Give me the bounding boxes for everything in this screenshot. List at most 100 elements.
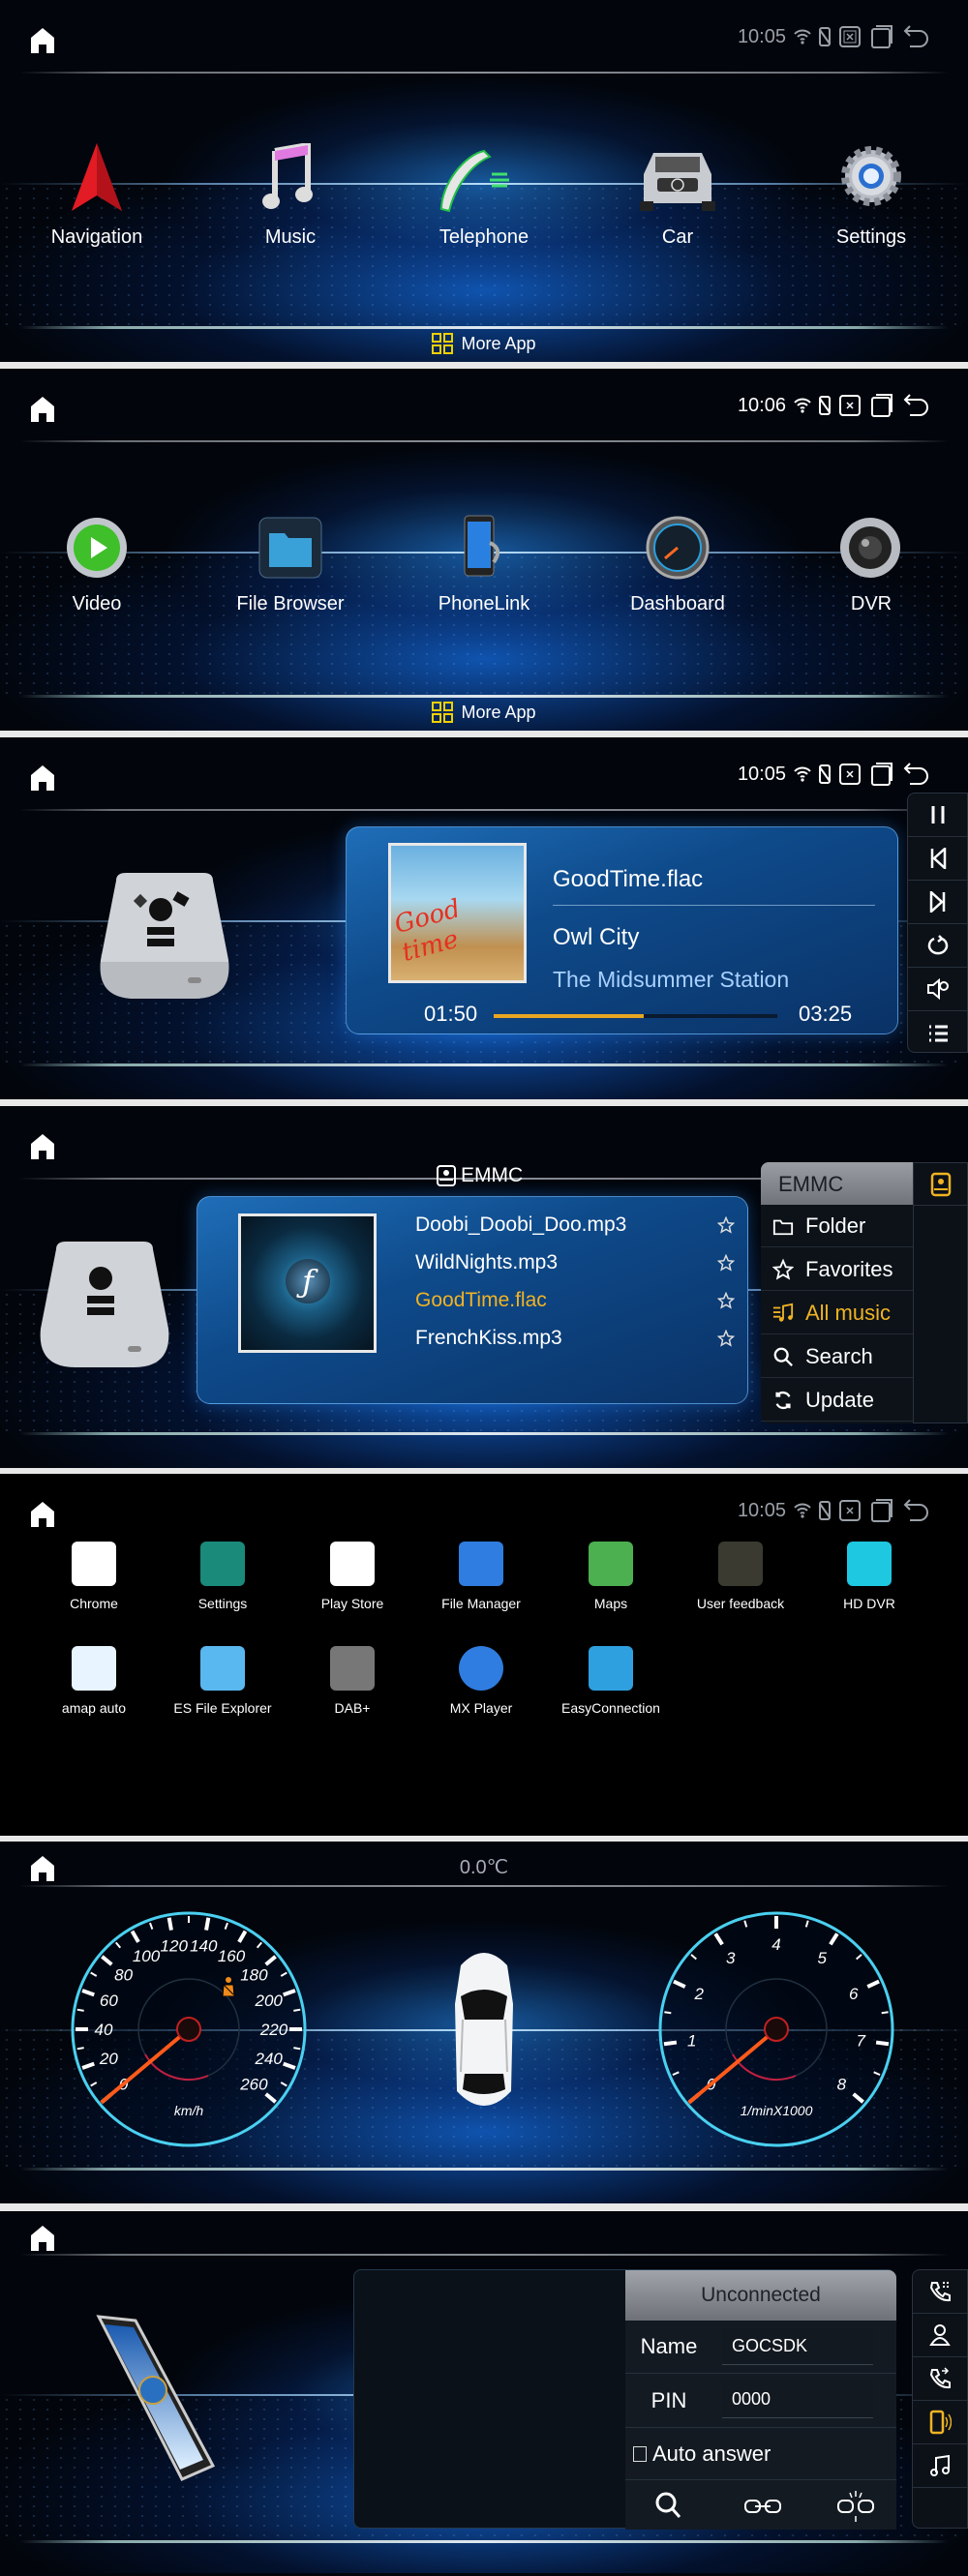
rpm-tick <box>875 2040 890 2047</box>
app-easyconnection[interactable]: EasyConnection <box>548 1646 674 1716</box>
app-chrome[interactable]: Chrome <box>31 1542 157 1611</box>
app-file-manager[interactable]: File Manager <box>418 1542 544 1611</box>
app-label-file-browser[interactable]: File Browser <box>213 593 368 615</box>
back-icon[interactable] <box>902 393 931 418</box>
recent-apps-icon[interactable] <box>869 762 894 787</box>
car-icon[interactable] <box>634 145 721 211</box>
app-label-dvr[interactable]: DVR <box>794 593 949 615</box>
next-button[interactable] <box>908 881 967 924</box>
rpm-tick <box>664 2011 672 2015</box>
gauge-icon[interactable] <box>646 516 710 580</box>
list-icon <box>928 1025 948 1041</box>
favorite-star-icon[interactable] <box>717 1216 735 1234</box>
app-label-navigation[interactable]: Navigation <box>19 226 174 249</box>
app-play-store[interactable]: Play Store <box>289 1542 415 1611</box>
back-icon[interactable] <box>902 1498 931 1523</box>
app-user-feedback[interactable]: User feedback <box>678 1542 803 1611</box>
menu-item-favorites[interactable]: Favorites <box>761 1248 913 1291</box>
tab-dialpad[interactable] <box>913 2270 967 2314</box>
maps-icon <box>589 1542 633 1586</box>
telephone-handset-icon[interactable] <box>436 145 532 213</box>
music-player-screen: 10:05 Good time GoodTime.flac Owl City T… <box>0 737 968 1099</box>
app-es-file-explorer[interactable]: ES File Explorer <box>160 1646 286 1716</box>
menu-item-update[interactable]: Update <box>761 1379 913 1422</box>
app-label-telephone[interactable]: Telephone <box>407 226 561 249</box>
gear-icon[interactable] <box>838 143 904 209</box>
menu-item-search[interactable]: Search <box>761 1335 913 1378</box>
app-hd-dvr[interactable]: HD DVR <box>806 1542 932 1611</box>
home-icon[interactable] <box>30 764 55 792</box>
previous-button[interactable] <box>908 837 967 881</box>
home-icon[interactable] <box>30 2225 55 2252</box>
tab-call-log[interactable] <box>913 2357 967 2401</box>
back-icon[interactable] <box>902 24 931 49</box>
close-app-icon[interactable] <box>838 394 862 417</box>
search-devices-button[interactable] <box>654 2491 681 2520</box>
close-app-icon[interactable] <box>838 1499 862 1522</box>
menu-item-folder[interactable]: Folder <box>761 1205 913 1247</box>
app-label-phonelink[interactable]: PhoneLink <box>407 593 561 615</box>
close-app-icon[interactable] <box>838 763 862 786</box>
favorite-star-icon[interactable] <box>717 1292 735 1309</box>
phone-link-icon[interactable] <box>459 514 509 582</box>
pin-field[interactable]: 0000 <box>722 2381 873 2418</box>
music-menu: EMMC Folder Favorites All music Search Updat… <box>761 1162 913 1423</box>
music-note-icon <box>930 2454 950 2476</box>
app-amap-auto[interactable]: amap auto <box>31 1646 157 1716</box>
progress-bar[interactable] <box>494 1014 777 1018</box>
recent-apps-icon[interactable] <box>869 1498 894 1523</box>
app-label-video[interactable]: Video <box>19 593 174 615</box>
music-logo-icon: ƒ <box>286 1259 330 1303</box>
app-label: ES File Explorer <box>173 1700 272 1716</box>
track-row[interactable]: WildNights.mp3 <box>415 1246 735 1279</box>
repeat-button[interactable] <box>908 924 967 968</box>
track-row[interactable]: FrenchKiss.mp3 <box>415 1322 735 1355</box>
pause-button[interactable] <box>908 794 967 837</box>
home-icon[interactable] <box>30 396 55 423</box>
app-maps[interactable]: Maps <box>548 1542 674 1611</box>
app-dab-[interactable]: DAB+ <box>289 1646 415 1716</box>
status-bar: 10:05 <box>738 23 931 50</box>
close-app-icon[interactable] <box>838 25 862 48</box>
app-settings[interactable]: Settings <box>160 1542 286 1611</box>
music-note-icon[interactable] <box>261 143 316 211</box>
tab-bt-music[interactable] <box>913 2444 967 2488</box>
audio-settings-button[interactable] <box>908 968 967 1011</box>
track-row[interactable]: GoodTime.flac <box>415 1284 735 1317</box>
recent-apps-icon[interactable] <box>869 24 894 49</box>
app-label-dashboard[interactable]: Dashboard <box>600 593 755 615</box>
name-field[interactable]: GOCSDK <box>722 2328 873 2365</box>
tab-contacts[interactable] <box>913 2314 967 2357</box>
app-label-music[interactable]: Music <box>213 226 368 249</box>
favorite-star-icon[interactable] <box>717 1254 735 1272</box>
camera-lens-icon[interactable] <box>838 516 902 580</box>
play-icon[interactable] <box>65 516 129 580</box>
back-icon[interactable] <box>902 762 931 787</box>
more-app-button[interactable]: More App <box>0 702 968 723</box>
home-icon[interactable] <box>30 27 55 54</box>
app-label-settings[interactable]: Settings <box>794 226 949 249</box>
total-time: 03:25 <box>799 1002 853 1026</box>
favorite-star-icon[interactable] <box>717 1330 735 1347</box>
speed-tick <box>293 2047 301 2051</box>
app-label: Chrome <box>70 1596 118 1611</box>
folder-icon[interactable] <box>257 516 323 580</box>
auto-answer-checkbox[interactable]: Auto answer <box>633 2429 771 2479</box>
home-icon[interactable] <box>30 1133 55 1160</box>
source-tab-emmc[interactable] <box>914 1163 967 1206</box>
tab-bluetooth-settings[interactable] <box>913 2401 967 2444</box>
connect-link-button[interactable] <box>743 2497 782 2516</box>
navigation-arrow-icon[interactable] <box>70 143 124 211</box>
home-icon[interactable] <box>30 1501 55 1528</box>
app-label: EasyConnection <box>561 1700 660 1716</box>
menu-item-all-music[interactable]: All music <box>761 1292 913 1334</box>
playlist-button[interactable] <box>908 1011 967 1055</box>
app-label: MX Player <box>449 1700 513 1716</box>
app-label-car[interactable]: Car <box>600 226 755 249</box>
smartphone-icon <box>96 2315 216 2481</box>
track-row[interactable]: Doobi_Doobi_Doo.mp3 <box>415 1209 735 1242</box>
more-app-button[interactable]: More App <box>0 333 968 354</box>
recent-apps-icon[interactable] <box>869 393 894 418</box>
disconnect-link-button[interactable] <box>836 2489 875 2524</box>
app-mx-player[interactable]: MX Player <box>418 1646 544 1716</box>
